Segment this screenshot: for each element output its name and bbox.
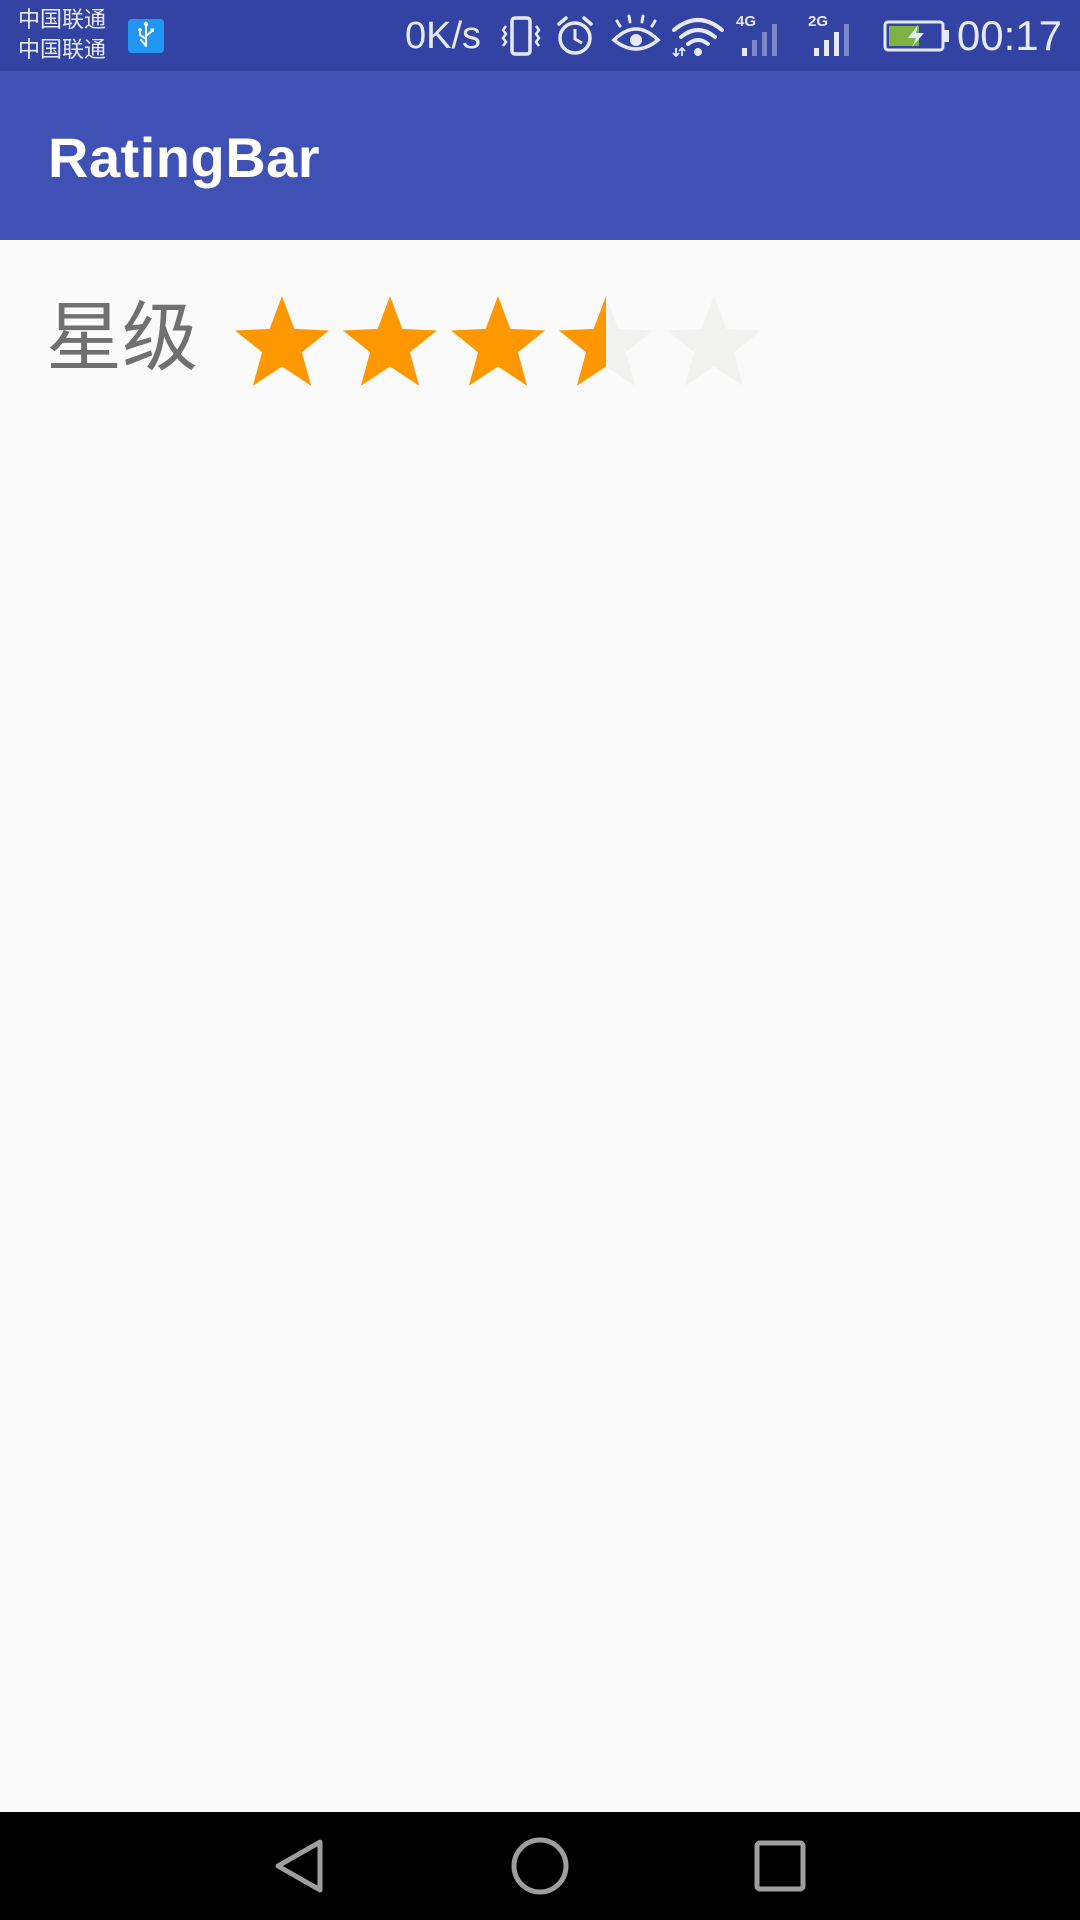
- main-content: 星级: [0, 240, 1080, 1812]
- signal-4g-icon: 4G: [734, 12, 788, 60]
- app-bar: RatingBar: [0, 71, 1080, 240]
- carrier-labels: 中国联通 中国联通: [18, 6, 106, 66]
- rating-star-icon[interactable]: [444, 290, 552, 390]
- rating-star-icon[interactable]: [228, 290, 336, 390]
- carrier-2-label: 中国联通: [18, 38, 107, 63]
- vibrate-icon: [500, 12, 542, 60]
- navigation-bar: [0, 1812, 1080, 1920]
- status-bar: 中国联通 中国联通 0K/s 4G 2G 00:17: [0, 0, 1080, 71]
- rating-bar[interactable]: [228, 290, 768, 390]
- app-title: RatingBar: [48, 126, 321, 189]
- battery-charging-icon: [882, 12, 952, 60]
- net-speed: 0K/s: [405, 15, 482, 57]
- alarm-icon: [552, 12, 598, 60]
- rating-label: 星级: [46, 293, 198, 382]
- carrier-1-label: 中国联通: [18, 8, 107, 33]
- rating-star-icon[interactable]: [552, 290, 660, 390]
- eye-comfort-icon: [610, 12, 662, 60]
- back-icon[interactable]: [260, 1826, 340, 1906]
- signal-2g-label: 2G: [808, 13, 828, 30]
- rating-star-icon[interactable]: [660, 290, 768, 390]
- recents-icon[interactable]: [740, 1826, 820, 1906]
- signal-2g-icon: 2G: [806, 12, 860, 60]
- status-time: 00:17: [956, 12, 1062, 59]
- home-icon[interactable]: [500, 1826, 580, 1906]
- rating-star-icon[interactable]: [336, 290, 444, 390]
- usb-icon: [128, 19, 164, 53]
- wifi-icon: [670, 12, 726, 60]
- signal-4g-label: 4G: [736, 13, 756, 30]
